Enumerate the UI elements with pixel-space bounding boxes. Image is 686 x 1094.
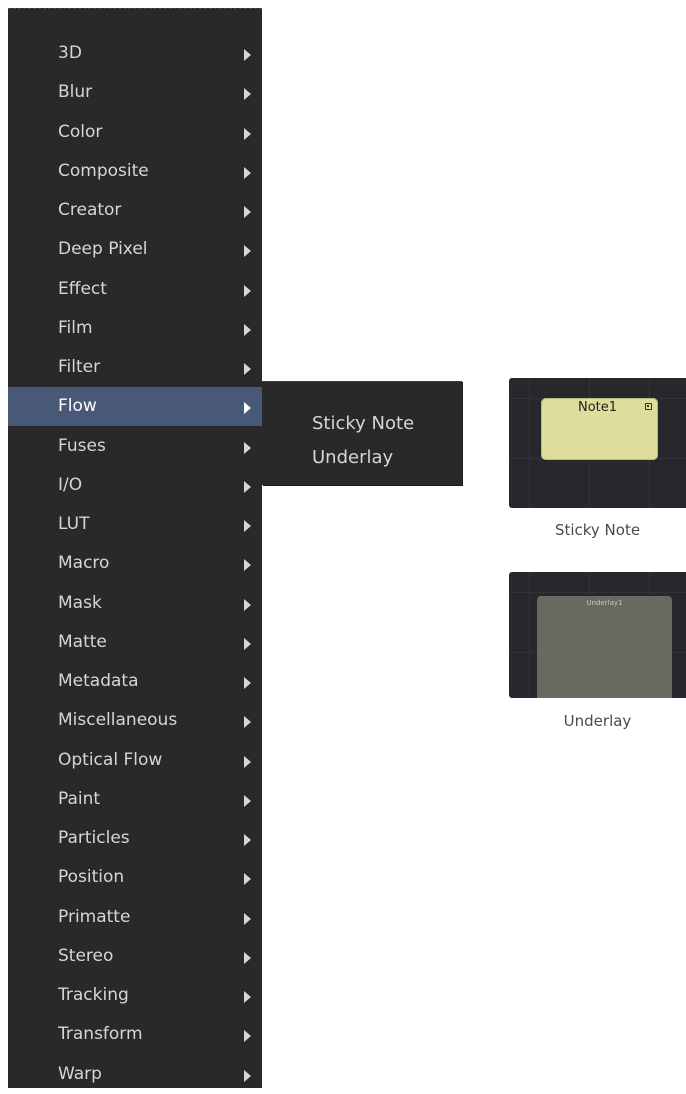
submenu-arrow-icon <box>244 873 251 886</box>
submenu-arrow-icon <box>244 363 251 375</box>
submenu-arrow-icon <box>244 49 251 61</box>
menu-item-label: I/O <box>58 474 83 495</box>
menu-item-blur[interactable]: Blur <box>8 73 262 112</box>
submenu-arrow-icon <box>244 677 251 689</box>
submenu-arrow-icon <box>244 402 251 415</box>
submenu-item-sticky-note[interactable]: Sticky Note <box>262 407 462 441</box>
sticky-note-preview: Note1 <box>509 378 686 508</box>
pin-icon <box>645 403 652 410</box>
menu-item-label: Composite <box>58 160 149 181</box>
menu-item-metadata[interactable]: Metadata <box>8 662 262 701</box>
menu-item-effect[interactable]: Effect <box>8 270 262 309</box>
menu-item-label: 3D <box>58 43 82 63</box>
menu-item-composite[interactable]: Composite <box>8 152 262 191</box>
menu-item-label: Stereo <box>58 945 114 966</box>
menu-item-label: Primatte <box>58 906 131 927</box>
menu-item-i-o[interactable]: I/O <box>8 466 262 505</box>
submenu-arrow-icon <box>244 991 251 1003</box>
submenu-arrow-icon <box>244 794 251 807</box>
submenu-arrow-icon <box>244 637 251 650</box>
submenu-arrow-icon <box>244 951 251 964</box>
sticky-note-caption: Sticky Note <box>554 521 641 539</box>
menu-item-position[interactable]: Position <box>8 858 262 897</box>
menu-item-label: Particles <box>58 828 130 848</box>
menu-item-filter[interactable]: Filter <box>8 348 262 387</box>
menu-item-fuses[interactable]: Fuses <box>8 427 262 466</box>
menu-item-paint[interactable]: Paint <box>8 780 262 819</box>
menu-item-label: Paint <box>58 788 101 809</box>
menu-item-transform[interactable]: Transform <box>8 1015 262 1054</box>
menu-item-label: Filter <box>58 357 101 377</box>
menu-item-film[interactable]: Film <box>8 309 262 348</box>
submenu-arrow-icon <box>244 441 251 454</box>
menu-item-label: Position <box>58 867 125 888</box>
submenu-arrow-icon <box>244 912 251 925</box>
menu-item-label: Warp <box>58 1063 102 1084</box>
submenu-item-label: Sticky Note <box>312 413 415 434</box>
menu-item-primatte[interactable]: Primatte <box>8 898 262 937</box>
menu-item-label: Flow <box>58 396 97 417</box>
menu-item-label: Film <box>58 317 93 338</box>
menu-item-miscellaneous[interactable]: Miscellaneous <box>8 701 262 740</box>
submenu-arrow-icon <box>244 284 251 297</box>
submenu-arrow-icon <box>244 520 251 532</box>
menu-item-deep-pixel[interactable]: Deep Pixel <box>8 230 262 269</box>
underlay-node: Underlay1 <box>537 596 672 698</box>
sticky-note-node: Note1 <box>541 398 658 460</box>
submenu-arrow-icon <box>244 834 251 846</box>
menu-item-macro[interactable]: Macro <box>8 544 262 583</box>
submenu-arrow-icon <box>244 206 251 218</box>
menu-item-label: Creator <box>58 200 122 220</box>
submenu-arrow-icon <box>244 323 251 336</box>
menu-item-color[interactable]: Color <box>8 113 262 152</box>
menu-item-stereo[interactable]: Stereo <box>8 937 262 976</box>
menu-item-label: Fuses <box>58 435 106 456</box>
menu-item-label: Blur <box>58 82 93 103</box>
menu-item-label: Transform <box>58 1024 143 1045</box>
menu-item-label: Color <box>58 121 103 142</box>
menu-item-label: LUT <box>58 514 90 534</box>
menu-item-optical-flow[interactable]: Optical Flow <box>8 741 262 780</box>
submenu-arrow-icon <box>244 716 251 729</box>
submenu-arrow-icon <box>244 1030 251 1043</box>
submenu-arrow-icon <box>244 598 251 611</box>
menu-item-label: Metadata <box>58 671 139 691</box>
menu-item-mask[interactable]: Mask <box>8 584 262 623</box>
menu-item-tracking[interactable]: Tracking <box>8 976 262 1015</box>
menu-item-label: Tracking <box>58 985 129 1005</box>
menu-item-3d[interactable]: 3D <box>8 34 262 73</box>
submenu-item-underlay[interactable]: Underlay <box>262 441 462 475</box>
context-menu: 3D Blur Color Composite Creator Deep Pixel Eff… <box>8 8 262 1088</box>
submenu-arrow-icon <box>244 755 251 768</box>
menu-item-lut[interactable]: LUT <box>8 505 262 544</box>
menu-item-label: Macro <box>58 553 110 574</box>
submenu-arrow-icon <box>244 166 251 179</box>
menu-item-label: Matte <box>58 631 107 652</box>
menu-item-label: Optical Flow <box>58 749 163 770</box>
submenu-arrow-icon <box>244 127 251 140</box>
underlay-caption: Underlay <box>563 712 632 730</box>
menu-item-particles[interactable]: Particles <box>8 819 262 858</box>
underlay-title: Underlay1 <box>586 599 623 607</box>
menu-item-label: Mask <box>58 592 102 613</box>
menu-item-flow[interactable]: Flow <box>8 387 262 427</box>
submenu-arrow-icon <box>244 559 251 572</box>
underlay-preview: Underlay1 <box>509 572 686 698</box>
menu-item-label: Miscellaneous <box>58 710 178 731</box>
menu-item-creator[interactable]: Creator <box>8 191 262 230</box>
submenu-arrow-icon <box>244 480 251 493</box>
submenu-arrow-icon <box>244 88 251 101</box>
flow-submenu: Sticky Note Underlay <box>262 381 462 485</box>
submenu-arrow-icon <box>244 245 251 258</box>
sticky-note-title: Note1 <box>578 400 618 415</box>
menu-item-label: Effect <box>58 278 107 299</box>
submenu-item-label: Underlay <box>312 447 394 468</box>
menu-item-label: Deep Pixel <box>58 239 148 260</box>
submenu-arrow-icon <box>244 1069 251 1082</box>
menu-item-matte[interactable]: Matte <box>8 623 262 662</box>
